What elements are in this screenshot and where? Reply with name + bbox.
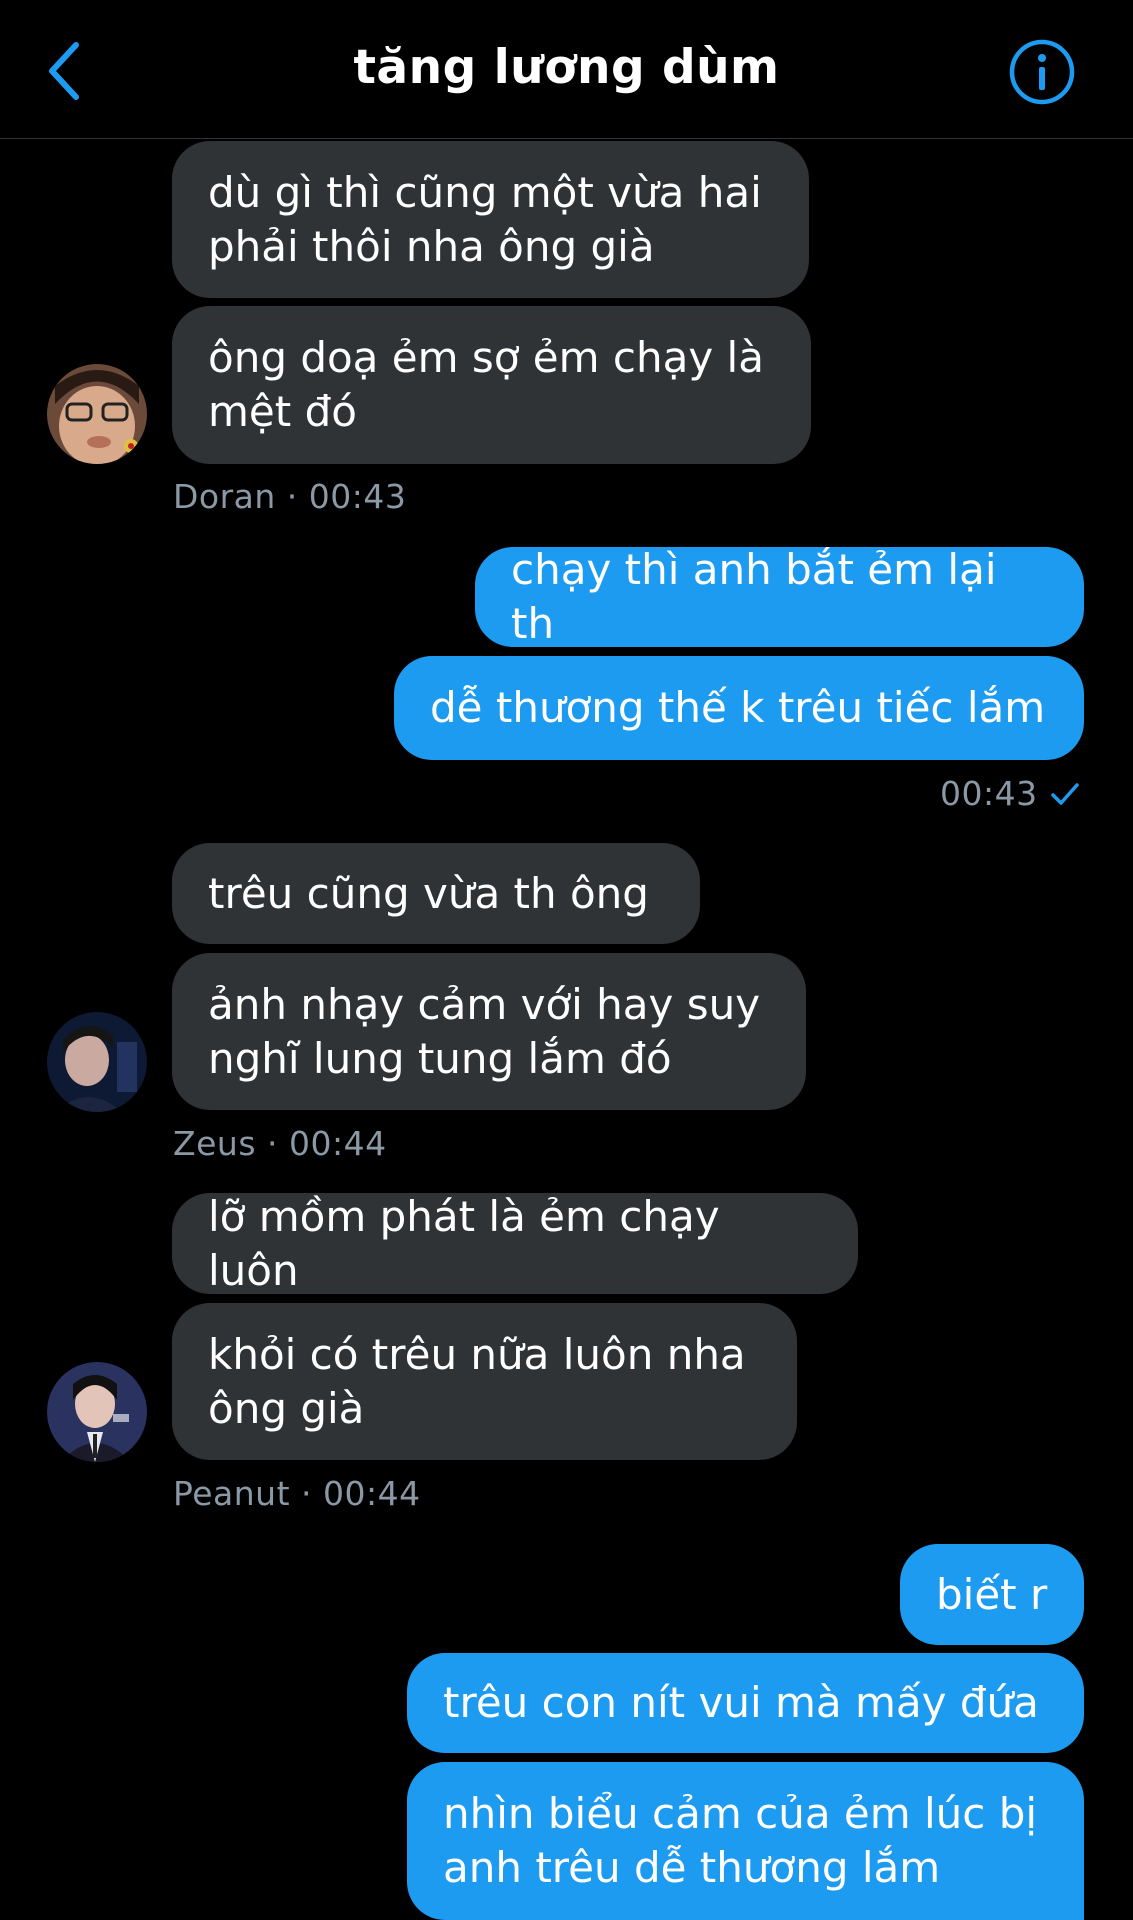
message-bubble[interactable]: trêu con nít vui mà mấy đứa <box>407 1653 1084 1753</box>
message-bubble[interactable]: nhìn biểu cảm của ẻm lúc bị anh trêu dễ … <box>407 1762 1084 1920</box>
avatar-doran[interactable] <box>47 364 147 464</box>
message-bubble[interactable]: dễ thương thế k trêu tiếc lắm <box>394 656 1084 760</box>
message-bubble[interactable]: ông doạ ẻm sợ ẻm chạy là mệt đó <box>172 306 811 464</box>
message-meta: Zeus · 00:44 <box>173 1124 387 1163</box>
message-bubble[interactable]: chạy thì anh bắt ẻm lại th <box>475 545 1084 648</box>
message-bubble[interactable]: ảnh nhạy cảm với hay suy nghĩ lung tung … <box>172 953 806 1110</box>
message-meta: Doran · 00:43 <box>173 477 407 516</box>
message-bubble[interactable]: dù gì thì cũng một vừa hai phải thôi nha… <box>172 141 809 298</box>
message-bubble[interactable]: khỏi có trêu nữa luôn nha ông già <box>172 1303 797 1460</box>
conversation-title[interactable]: tăng lương dùm <box>0 40 1133 95</box>
message-bubble[interactable]: trêu cũng vừa th ông <box>172 843 700 944</box>
message-time: 00:43 <box>940 774 1038 813</box>
info-icon <box>1009 39 1075 105</box>
avatar-zeus[interactable] <box>47 1012 147 1112</box>
message-meta-outgoing: 00:43 <box>940 774 1080 813</box>
info-button[interactable] <box>1008 38 1076 106</box>
check-icon <box>1050 782 1079 805</box>
avatar-peanut[interactable] <box>47 1362 147 1462</box>
message-bubble[interactable]: biết r <box>900 1544 1084 1645</box>
message-bubble[interactable]: lỡ mồm phát là ẻm chạy luôn <box>172 1192 858 1295</box>
chat-header: tăng lương dùm <box>0 0 1133 139</box>
message-meta: Peanut · 00:44 <box>173 1474 421 1513</box>
